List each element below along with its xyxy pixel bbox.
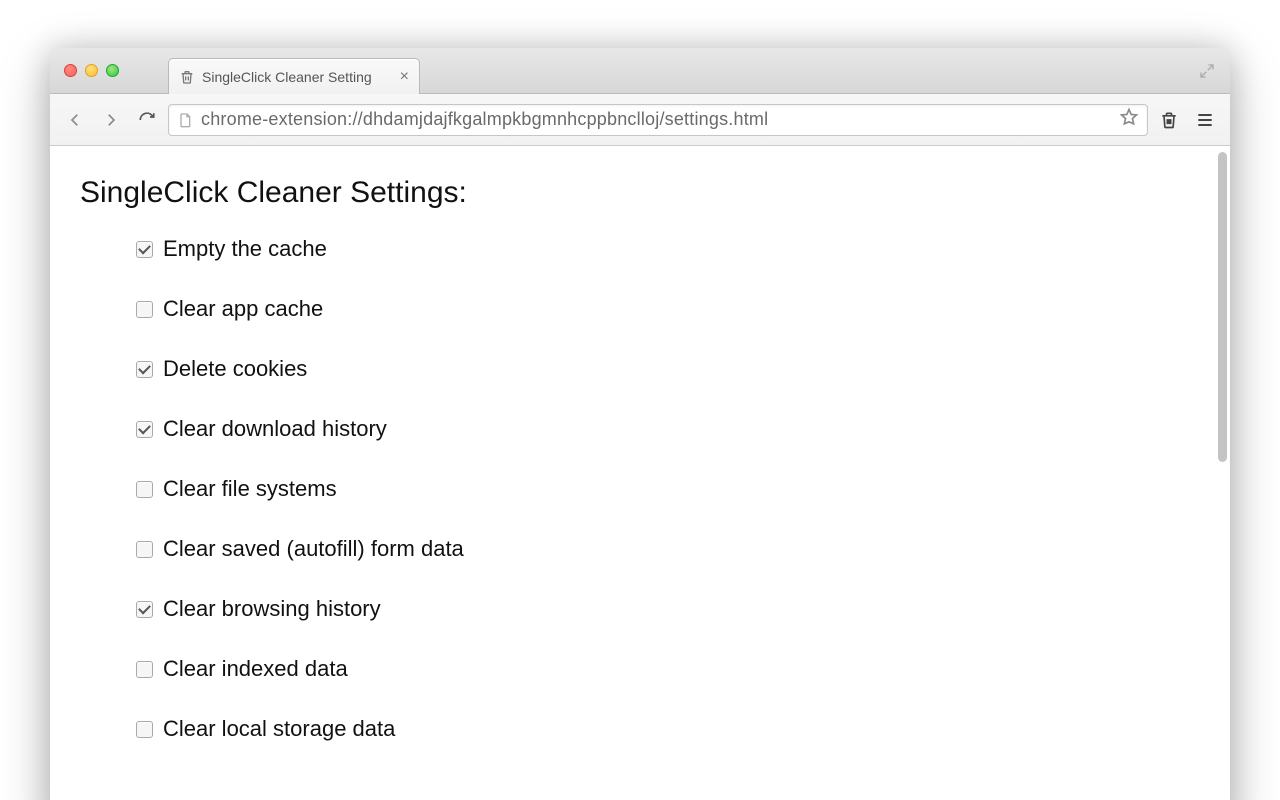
checkbox[interactable]: [136, 421, 153, 438]
checkbox[interactable]: [136, 601, 153, 618]
settings-option[interactable]: Clear file systems: [136, 476, 1230, 502]
option-label: Clear app cache: [163, 296, 323, 322]
page-title: SingleClick Cleaner Settings:: [80, 176, 1230, 210]
zoom-window-button[interactable]: [106, 64, 119, 77]
settings-option[interactable]: Empty the cache: [136, 236, 1230, 262]
trash-icon: [179, 69, 195, 85]
option-label: Clear indexed data: [163, 656, 348, 682]
option-label: Empty the cache: [163, 236, 327, 262]
chrome-menu-icon[interactable]: [1190, 106, 1220, 134]
settings-option[interactable]: Clear browsing history: [136, 596, 1230, 622]
back-button[interactable]: [60, 106, 90, 134]
bookmark-star-icon[interactable]: [1119, 107, 1139, 132]
page-viewport: SingleClick Cleaner Settings: Empty the …: [50, 146, 1230, 800]
checkbox[interactable]: [136, 541, 153, 558]
browser-tab[interactable]: SingleClick Cleaner Setting ×: [168, 58, 420, 94]
settings-option[interactable]: Clear saved (autofill) form data: [136, 536, 1230, 562]
checkbox[interactable]: [136, 721, 153, 738]
extension-trash-icon[interactable]: [1154, 106, 1184, 134]
checkbox[interactable]: [136, 661, 153, 678]
minimize-window-button[interactable]: [85, 64, 98, 77]
option-label: Clear local storage data: [163, 716, 395, 742]
vertical-scrollbar[interactable]: [1218, 152, 1227, 462]
checkbox[interactable]: [136, 301, 153, 318]
option-label: Clear file systems: [163, 476, 337, 502]
settings-page: SingleClick Cleaner Settings: Empty the …: [50, 146, 1230, 742]
reload-button[interactable]: [132, 106, 162, 134]
option-label: Clear browsing history: [163, 596, 381, 622]
checkbox[interactable]: [136, 481, 153, 498]
option-label: Clear saved (autofill) form data: [163, 536, 464, 562]
option-label: Delete cookies: [163, 356, 307, 382]
url-text: chrome-extension://dhdamjdajfkgalmpkbgmn…: [201, 109, 1111, 130]
tab-title: SingleClick Cleaner Setting: [202, 69, 393, 85]
forward-button[interactable]: [96, 106, 126, 134]
browser-toolbar: chrome-extension://dhdamjdajfkgalmpkbgmn…: [50, 94, 1230, 146]
traffic-lights: [64, 64, 119, 77]
settings-option[interactable]: Clear app cache: [136, 296, 1230, 322]
settings-option[interactable]: Clear indexed data: [136, 656, 1230, 682]
option-label: Clear download history: [163, 416, 387, 442]
page-icon: [177, 112, 193, 128]
settings-option[interactable]: Clear download history: [136, 416, 1230, 442]
close-window-button[interactable]: [64, 64, 77, 77]
checkbox[interactable]: [136, 361, 153, 378]
checkbox[interactable]: [136, 241, 153, 258]
settings-options-list: Empty the cache Clear app cache Delete coo…: [80, 236, 1230, 742]
close-tab-button[interactable]: ×: [400, 69, 409, 85]
browser-window: SingleClick Cleaner Setting ×: [50, 48, 1230, 800]
fullscreen-icon[interactable]: [1198, 62, 1216, 80]
address-bar[interactable]: chrome-extension://dhdamjdajfkgalmpkbgmn…: [168, 104, 1148, 136]
settings-option[interactable]: Delete cookies: [136, 356, 1230, 382]
window-titlebar: SingleClick Cleaner Setting ×: [50, 48, 1230, 94]
settings-option[interactable]: Clear local storage data: [136, 716, 1230, 742]
